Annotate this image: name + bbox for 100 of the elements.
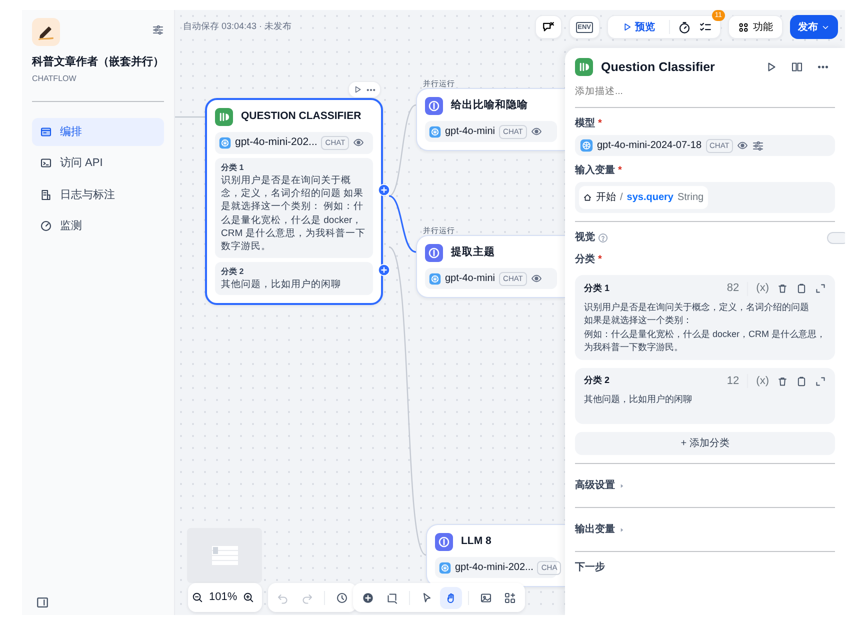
hand-icon [445,592,457,604]
path-separator: / [620,191,623,206]
connector-line [175,116,205,118]
trash-icon[interactable] [777,283,788,294]
section-toggle[interactable]: 输出变量 [575,516,625,544]
vision-switch[interactable] [827,232,845,244]
zoom-out-icon[interactable] [192,592,203,603]
run-history-icon[interactable] [678,20,691,34]
required-mark: * [598,253,602,268]
terminal-icon [40,157,52,170]
model-name: gpt-4o-mini [445,272,496,286]
run-icon[interactable] [765,61,777,74]
llm-icon [425,244,443,262]
field-label: 模型 [575,116,595,132]
char-count: 82 [726,281,740,296]
class-name: 分类 1 [221,162,245,174]
settings-icon[interactable] [752,140,764,152]
field-label: 视觉 [575,230,595,246]
nav-item[interactable]: 日志与标注 [32,180,164,209]
eye-icon [353,137,364,148]
tool-button[interactable] [440,586,462,608]
model-icon [429,126,441,138]
panel-title: Question Classifier [601,59,716,76]
play-icon[interactable] [353,85,362,94]
model-icon [439,562,451,574]
eye-icon [530,273,542,284]
classifier-icon [575,58,593,76]
play-icon [622,22,632,32]
variable-chip[interactable]: 开始 / sys.query String [579,186,708,210]
apps-icon [738,22,749,32]
variable-field[interactable]: 开始 / sys.query String [575,182,835,214]
node-title: 给出比喻和隐喻 [451,98,528,114]
clipboard-icon[interactable] [796,283,807,294]
autosave-status: 自动保存 03:04:43 · 未发布 [183,20,292,33]
minimap-drawing [212,546,238,565]
add-handle[interactable] [378,184,390,196]
eye-icon [737,140,748,152]
section-label: 下一步 [575,560,606,576]
undo-icon [277,592,289,604]
char-count: 12 [726,374,740,389]
node-title: LLM 8 [461,534,492,550]
class-editor[interactable]: 其他问题，比如用户的闲聊 [584,393,826,420]
class-description-line: 例如：什么是量化宽松，什么是 docker，CRM 是什么意思，为我科普一下数字游民。 [584,328,826,354]
model-name: gpt-4o-mini-202... [455,561,534,575]
redo-icon [301,592,313,604]
model-icon [429,272,441,284]
class-description-line: 其他问题，比如用户的闲聊 [584,393,693,406]
nav-item[interactable]: 访问 API [32,149,164,178]
settings-icon[interactable] [152,24,164,36]
clipboard-icon[interactable] [796,376,807,386]
class-name: 分类 2 [221,266,245,278]
required-mark: * [618,164,622,178]
variable-type: String [677,191,704,206]
zoom-in-icon[interactable] [243,592,254,603]
class-editor[interactable]: 识别用户是否是在询问关于概念，定义，名词介绍的问题 如果是就选择这一个类别： 例如：什么是量化宽松，什么是 docker，CRM 是什么意思，为我科普一下数字游民。 [584,300,826,355]
help-icon [598,232,608,243]
variable-name: sys.query [626,191,674,206]
classifier-icon [215,108,233,126]
add-class-button[interactable]: + 添加分类 [575,432,835,456]
add-circle-icon [362,592,374,604]
llm-icon [435,533,453,551]
chat-variable-button[interactable] [534,15,562,39]
layout-icon [504,592,516,604]
class-description: 识别用户是否是在询问关于概念，定义，名词介绍的问题 如果是就选择这一个类别： 例如：什么是量化宽松，什么是 docker，CRM 是什么意思，为我科普一下数字游民。 [221,174,366,254]
model-icon [219,136,231,149]
home-icon [583,193,592,202]
expand-icon[interactable] [815,376,826,386]
nav-item[interactable]: 编排 [32,118,164,146]
insert-variable-button[interactable]: (x) [756,372,769,390]
image-icon [480,592,492,604]
caret-icon [619,526,625,533]
caret-icon [619,482,625,489]
expand-icon[interactable] [815,283,826,294]
publish-button[interactable]: 发布 [790,15,838,39]
class-name: 分类 2 [584,374,611,388]
gauge-icon [40,220,52,232]
window-icon [40,126,52,138]
model-name: gpt-4o-mini-202... [235,135,318,150]
chat-icon [542,20,555,34]
features-button[interactable]: 功能 [728,15,783,39]
section-toggle[interactable]: 高级设置 [575,472,625,500]
document-icon [40,188,52,201]
start-node-label: 开始 [596,191,616,206]
history-icon [336,592,348,604]
app-title: 科普文章作者（嵌套并行） [32,54,164,70]
class-description-line: 识别用户是否是在询问关于概念，定义，名词介绍的问题 [584,300,810,314]
sidebar-toggle-icon[interactable] [36,596,49,609]
book-icon[interactable] [791,61,803,74]
node-title: 提取主题 [451,245,495,260]
note-icon [386,592,398,604]
llm-icon [425,97,443,115]
class-description: 其他问题，比如用户的闲聊 [221,278,342,291]
insert-variable-button[interactable]: (x) [756,280,769,297]
add-handle[interactable] [378,264,390,276]
eye-icon [530,126,542,137]
nav-item[interactable]: 监测 [32,212,164,240]
class-description-line: 如果是就选择这一个类别： [584,314,693,328]
field-label: 分类 [575,252,595,268]
trash-icon[interactable] [777,376,788,386]
checklist-icon[interactable] [699,20,712,34]
